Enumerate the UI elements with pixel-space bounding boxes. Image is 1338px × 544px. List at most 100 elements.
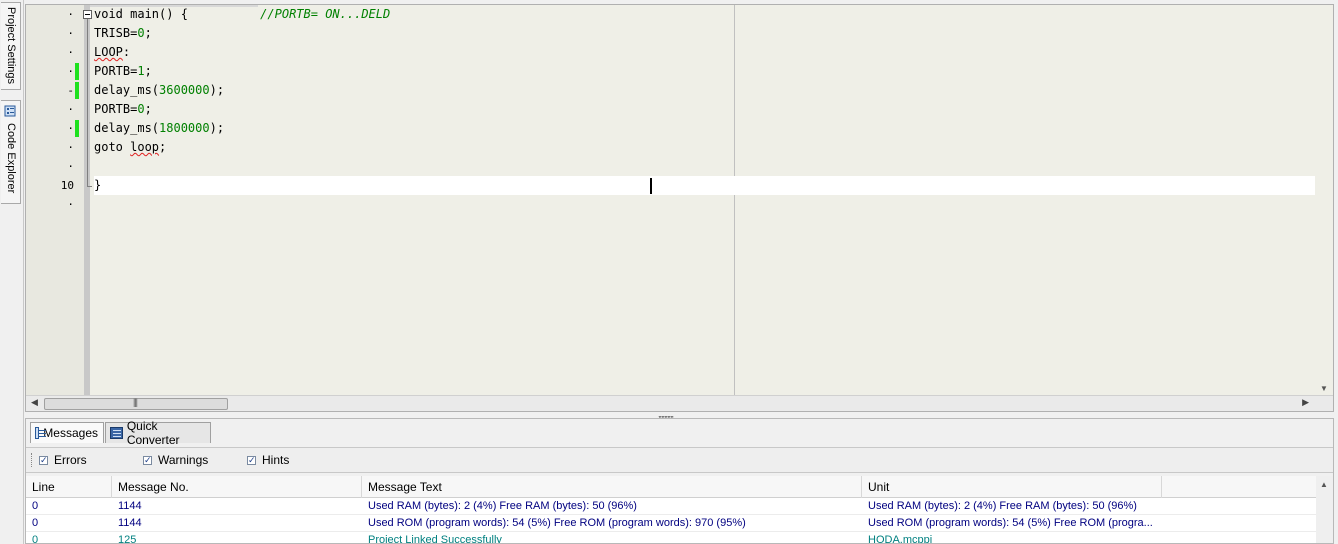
cell-unit: HODA.mcppi bbox=[868, 534, 933, 544]
warnings-filter[interactable]: ✓ Warnings bbox=[143, 453, 208, 467]
column-header-message-no[interactable]: Message No. bbox=[112, 476, 362, 498]
fold-end bbox=[87, 186, 92, 187]
message-filter-bar: ✓ Errors ✓ Warnings ✓ Hints bbox=[26, 447, 1333, 473]
line-number: · bbox=[67, 8, 74, 21]
code-text: delay_ms( bbox=[94, 121, 160, 135]
line-number: · bbox=[67, 65, 74, 78]
code-line: void main() { //PORTB= ON...DELD bbox=[94, 5, 1315, 24]
code-text: TRISB= bbox=[94, 26, 138, 40]
numeric-literal: 0 bbox=[137, 102, 145, 116]
numeric-literal: 0 bbox=[137, 26, 145, 40]
hints-filter[interactable]: ✓ Hints bbox=[247, 453, 289, 467]
scroll-up-arrow-icon[interactable]: ▲ bbox=[1320, 480, 1328, 489]
current-code-line: } bbox=[94, 176, 1315, 195]
hints-checkbox[interactable]: ✓ bbox=[247, 455, 256, 465]
changed-line-marker bbox=[75, 63, 79, 80]
scroll-left-arrow-icon[interactable]: ◀ bbox=[31, 397, 38, 408]
tab-messages[interactable]: Messages bbox=[30, 422, 104, 443]
cell-line: 0 bbox=[32, 517, 39, 529]
errors-filter[interactable]: ✓ Errors bbox=[39, 453, 87, 467]
code-text: void main() { bbox=[94, 7, 188, 21]
editor-horizontal-scrollbar[interactable]: ◀ ||| ▶ bbox=[26, 395, 1333, 411]
code-explorer-icon bbox=[4, 105, 16, 117]
code-line: PORTB=0; bbox=[94, 100, 1315, 119]
code-text: } bbox=[94, 178, 102, 192]
messages-table: Line Message No. Message Text Unit 0 114… bbox=[26, 476, 1318, 544]
cell-message-no: 1144 bbox=[118, 500, 142, 512]
line-number: · bbox=[67, 122, 74, 135]
code-text: ; bbox=[144, 102, 152, 116]
fold-line bbox=[87, 19, 88, 187]
table-row[interactable]: 0 1144 Used ROM (program words): 54 (5%)… bbox=[26, 515, 1318, 532]
line-numbers: · · · · - · · · · 10 · bbox=[26, 5, 78, 214]
line-number: - bbox=[67, 84, 74, 97]
text-caret bbox=[650, 178, 652, 194]
code-comment: //PORTB= ON...DELD bbox=[260, 7, 391, 21]
hints-filter-label: Hints bbox=[262, 453, 290, 467]
line-number: · bbox=[67, 160, 74, 173]
code-text: delay_ms( bbox=[94, 83, 160, 97]
tab-quick-converter[interactable]: Quick Converter bbox=[105, 419, 211, 447]
tab-code-explorer[interactable]: Code Explorer bbox=[1, 100, 21, 204]
code-line: delay_ms(3600000); bbox=[94, 81, 1315, 100]
code-text: PORTB= bbox=[94, 64, 138, 78]
line-number: · bbox=[67, 141, 74, 154]
code-editor[interactable]: · · · · - · · · · 10 · void main() { //P bbox=[25, 4, 1334, 412]
code-text: ); bbox=[209, 121, 225, 135]
tab-project-settings-label: Project Settings bbox=[5, 7, 17, 85]
numeric-literal: 1800000 bbox=[159, 121, 210, 135]
messages-icon bbox=[35, 427, 47, 439]
code-line: LOOP: bbox=[94, 43, 1315, 62]
changed-line-marker bbox=[75, 82, 79, 99]
code-line: goto loop; bbox=[94, 138, 1315, 157]
tab-messages-label: Messages bbox=[43, 426, 98, 440]
tab-code-explorer-label: Code Explorer bbox=[5, 123, 17, 194]
messages-vertical-scrollbar[interactable]: ▲ bbox=[1316, 476, 1333, 543]
cell-message-no: 1144 bbox=[118, 517, 142, 529]
ide-window: Project Settings Code Explorer · · · · -… bbox=[0, 0, 1338, 544]
warnings-checkbox[interactable]: ✓ bbox=[143, 455, 152, 465]
code-label-error: LOOP bbox=[94, 45, 123, 59]
editor-vertical-scrollbar[interactable]: ▼ bbox=[1316, 5, 1333, 397]
column-header-unit[interactable]: Unit bbox=[862, 476, 1162, 498]
scroll-right-arrow-icon[interactable]: ▶ bbox=[1302, 397, 1309, 408]
column-header-line[interactable]: Line bbox=[26, 476, 112, 498]
cell-message-text: Project Linked Successfully bbox=[368, 534, 502, 544]
warnings-filter-label: Warnings bbox=[158, 453, 209, 467]
cell-unit: Used RAM (bytes): 2 (4%) Free RAM (bytes… bbox=[868, 500, 1137, 512]
messages-panel: Messages Quick Converter ✓ Errors ✓ Warn… bbox=[25, 418, 1334, 544]
errors-filter-label: Errors bbox=[54, 453, 87, 467]
side-tab-strip: Project Settings Code Explorer bbox=[0, 0, 24, 544]
scroll-down-arrow-icon[interactable]: ▼ bbox=[1320, 384, 1328, 393]
line-number: · bbox=[67, 198, 74, 211]
code-text: ; bbox=[159, 140, 167, 154]
line-number: 10 bbox=[60, 179, 74, 192]
numeric-literal: 3600000 bbox=[159, 83, 210, 97]
cell-message-text: Used RAM (bytes): 2 (4%) Free RAM (bytes… bbox=[368, 500, 637, 512]
code-text: : bbox=[122, 45, 131, 59]
code-area[interactable]: void main() { //PORTB= ON...DELD TRISB=0… bbox=[94, 5, 1315, 214]
table-row[interactable]: 0 1144 Used RAM (bytes): 2 (4%) Free RAM… bbox=[26, 498, 1318, 515]
cell-line: 0 bbox=[32, 534, 39, 544]
editor-gutter: · · · · - · · · · 10 · bbox=[26, 5, 90, 397]
toolbar-grip-icon bbox=[31, 453, 33, 467]
horizontal-scroll-thumb[interactable]: ||| bbox=[44, 397, 228, 410]
code-text: PORTB= bbox=[94, 102, 138, 116]
line-number: · bbox=[67, 46, 74, 59]
line-number: · bbox=[67, 27, 74, 40]
cell-message-text: Used ROM (program words): 54 (5%) Free R… bbox=[368, 517, 746, 529]
code-text: ; bbox=[144, 26, 152, 40]
column-header-message-text[interactable]: Message Text bbox=[362, 476, 862, 498]
code-label-error: loop bbox=[130, 140, 160, 154]
changed-line-marker bbox=[75, 120, 79, 137]
errors-checkbox[interactable]: ✓ bbox=[39, 455, 48, 465]
cell-message-no: 125 bbox=[118, 534, 137, 544]
code-line: delay_ms(1800000); bbox=[94, 119, 1315, 138]
calculator-icon bbox=[110, 427, 123, 439]
tab-project-settings[interactable]: Project Settings bbox=[1, 2, 21, 90]
cell-unit: Used ROM (program words): 54 (5%) Free R… bbox=[868, 517, 1153, 529]
collapse-icon[interactable] bbox=[83, 10, 92, 19]
table-row[interactable]: 0 125 Project Linked Successfully HODA.m… bbox=[26, 532, 1318, 544]
